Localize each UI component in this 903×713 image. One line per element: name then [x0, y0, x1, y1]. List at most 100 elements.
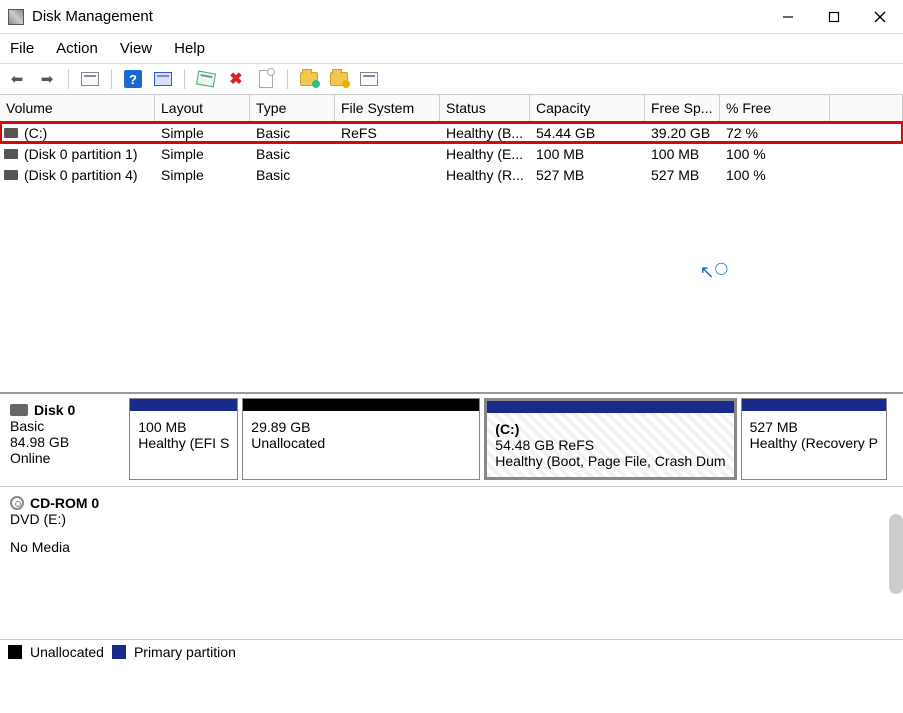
settings-button[interactable] — [152, 68, 174, 90]
col-empty — [830, 95, 903, 121]
busy-cursor-icon: ↖◯ — [699, 262, 728, 283]
properties-button[interactable] — [195, 68, 217, 90]
delete-button[interactable]: ✖ — [225, 68, 247, 90]
menu-help[interactable]: Help — [174, 40, 205, 57]
cell-layout: Simple — [155, 125, 250, 141]
cell-layout: Simple — [155, 167, 250, 183]
disk-graphical-pane: Disk 0 Basic 84.98 GB Online 100 MB Heal… — [0, 392, 903, 639]
cdrom-desc: DVD (E:) — [10, 511, 120, 527]
cell-type: Basic — [250, 167, 335, 183]
menu-file[interactable]: File — [10, 40, 34, 57]
volume-icon — [4, 170, 18, 180]
cell-volume: (C:) — [24, 125, 47, 141]
cdrom-icon — [10, 496, 24, 510]
volume-icon — [4, 149, 18, 159]
volume-table-header: Volume Layout Type File System Status Ca… — [0, 95, 903, 122]
disk-name: CD-ROM 0 — [30, 495, 99, 511]
menubar: File Action View Help — [0, 34, 903, 64]
col-type[interactable]: Type — [250, 95, 335, 121]
disk-state: Online — [10, 450, 115, 466]
cell-pctfree: 100 % — [720, 146, 830, 162]
disk-row: Disk 0 Basic 84.98 GB Online 100 MB Heal… — [0, 394, 903, 487]
partition-header-bar — [243, 399, 479, 411]
page-button[interactable] — [255, 68, 277, 90]
partition-size: 29.89 GB — [251, 419, 471, 435]
disk-size: 84.98 GB — [10, 434, 115, 450]
maximize-button[interactable] — [811, 0, 857, 34]
swatch-unallocated — [8, 645, 22, 659]
disk-type: Basic — [10, 418, 115, 434]
cell-layout: Simple — [155, 146, 250, 162]
partition-header-bar — [130, 399, 237, 411]
col-status[interactable]: Status — [440, 95, 530, 121]
cell-free: 100 MB — [645, 146, 720, 162]
partition-status: Healthy (EFI S — [138, 435, 229, 451]
legend-unallocated: Unallocated — [30, 644, 104, 660]
minimize-button[interactable] — [765, 0, 811, 34]
menu-view[interactable]: View — [120, 40, 152, 57]
partition-status: Healthy (Boot, Page File, Crash Dum — [495, 453, 725, 469]
cell-status: Healthy (E... — [440, 146, 530, 162]
disk-icon — [10, 404, 28, 416]
partition-status: Healthy (Recovery P — [750, 435, 878, 451]
disk-label[interactable]: CD-ROM 0 DVD (E:) No Media — [0, 487, 130, 563]
col-pctfree[interactable]: % Free — [720, 95, 830, 121]
partition-block[interactable]: 100 MB Healthy (EFI S — [129, 398, 238, 480]
cell-pctfree: 100 % — [720, 167, 830, 183]
partition-header-bar — [487, 401, 733, 413]
app-icon — [8, 9, 24, 25]
back-button[interactable]: ⬅ — [6, 68, 28, 90]
partition-header-bar — [742, 399, 886, 411]
cell-capacity: 527 MB — [530, 167, 645, 183]
folder-2-button[interactable] — [328, 68, 350, 90]
table-row[interactable]: (Disk 0 partition 1) Simple Basic Health… — [0, 143, 903, 164]
disk-label[interactable]: Disk 0 Basic 84.98 GB Online — [0, 394, 125, 486]
vertical-scrollbar[interactable] — [889, 514, 903, 594]
help-button[interactable]: ? — [122, 68, 144, 90]
view-options-button[interactable] — [358, 68, 380, 90]
toolbar: ⬅ ➡ ? ✖ — [0, 64, 903, 95]
cell-status: Healthy (R... — [440, 167, 530, 183]
table-row[interactable]: (Disk 0 partition 4) Simple Basic Health… — [0, 164, 903, 185]
partition-size: 527 MB — [750, 419, 878, 435]
cell-free: 527 MB — [645, 167, 720, 183]
partition-size: 100 MB — [138, 419, 229, 435]
cell-pctfree: 72 % — [720, 125, 830, 141]
cell-type: Basic — [250, 125, 335, 141]
disk-name: Disk 0 — [34, 402, 75, 418]
legend: Unallocated Primary partition — [0, 639, 903, 664]
cell-volume: (Disk 0 partition 4) — [24, 167, 138, 183]
legend-primary: Primary partition — [134, 644, 236, 660]
cell-capacity: 54.44 GB — [530, 125, 645, 141]
cdrom-state: No Media — [10, 539, 120, 555]
table-row[interactable]: (C:) Simple Basic ReFS Healthy (B... 54.… — [0, 122, 903, 143]
folder-1-button[interactable] — [298, 68, 320, 90]
col-layout[interactable]: Layout — [155, 95, 250, 121]
titlebar: Disk Management — [0, 0, 903, 34]
partition-block[interactable]: 527 MB Healthy (Recovery P — [741, 398, 887, 480]
partition-title: (C:) — [495, 421, 725, 437]
volume-icon — [4, 128, 18, 138]
partition-block[interactable]: (C:) 54.48 GB ReFS Healthy (Boot, Page F… — [484, 398, 736, 480]
cell-status: Healthy (B... — [440, 125, 530, 141]
menu-action[interactable]: Action — [56, 40, 98, 57]
disk-row: CD-ROM 0 DVD (E:) No Media — [0, 487, 903, 563]
cell-type: Basic — [250, 146, 335, 162]
cell-volume: (Disk 0 partition 1) — [24, 146, 138, 162]
show-hide-console-tree-button[interactable] — [79, 68, 101, 90]
close-button[interactable] — [857, 0, 903, 34]
cell-fs: ReFS — [335, 125, 440, 141]
partition-block[interactable]: 29.89 GB Unallocated — [242, 398, 480, 480]
forward-button[interactable]: ➡ — [36, 68, 58, 90]
col-freespace[interactable]: Free Sp... — [645, 95, 720, 121]
volume-table-body: (C:) Simple Basic ReFS Healthy (B... 54.… — [0, 122, 903, 392]
cell-free: 39.20 GB — [645, 125, 720, 141]
swatch-primary — [112, 645, 126, 659]
col-filesystem[interactable]: File System — [335, 95, 440, 121]
partition-status: Unallocated — [251, 435, 471, 451]
col-capacity[interactable]: Capacity — [530, 95, 645, 121]
window-title: Disk Management — [32, 8, 153, 25]
cell-capacity: 100 MB — [530, 146, 645, 162]
partition-size: 54.48 GB ReFS — [495, 437, 725, 453]
col-volume[interactable]: Volume — [0, 95, 155, 121]
